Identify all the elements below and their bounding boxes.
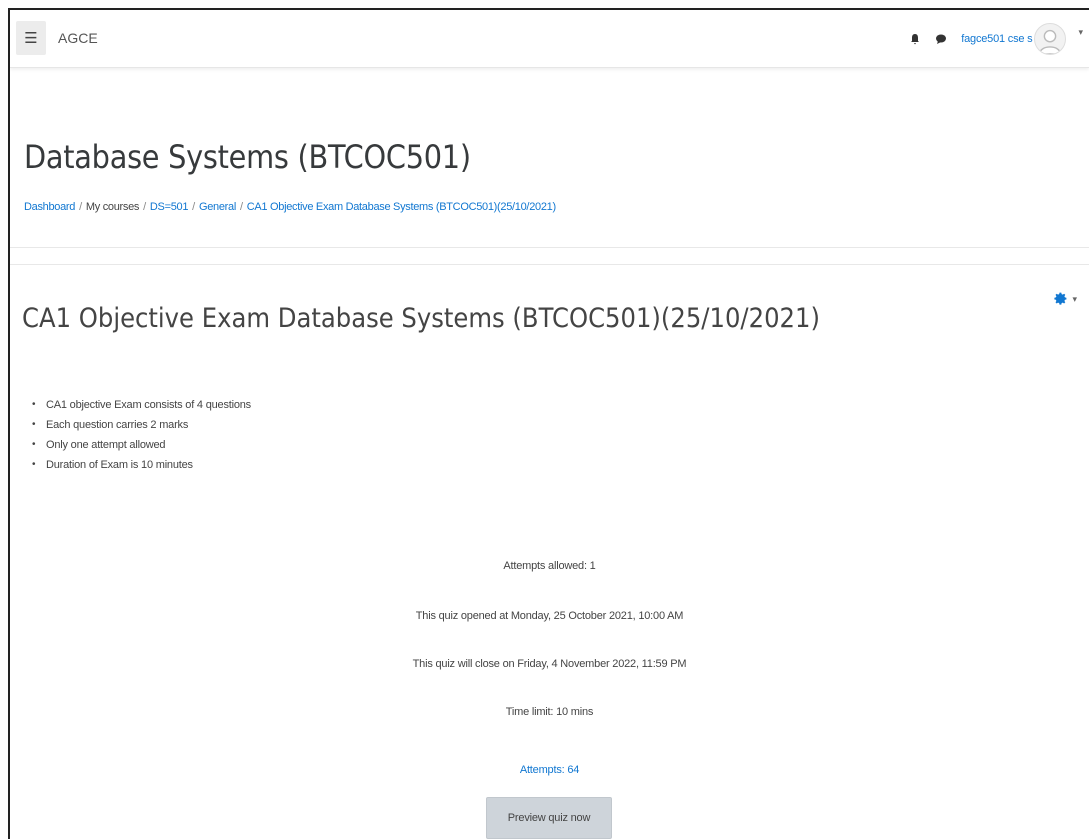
actions-menu-button[interactable]: ▾ xyxy=(1052,291,1077,307)
attempts-row: Attempts: 64 xyxy=(10,764,1089,776)
list-item: Only one attempt allowed xyxy=(32,435,251,455)
user-nav: fagce501 cse s ▾ xyxy=(909,21,1083,57)
breadcrumb-course[interactable]: DS=501 xyxy=(150,201,189,213)
page-header: Database Systems (BTCOC501) Dashboard / My… xyxy=(10,84,1089,248)
quiz-title: CA1 Objective Exam Database Systems (BTC… xyxy=(22,303,820,334)
main-content: ▾ CA1 Objective Exam Database Systems (B… xyxy=(10,264,1089,839)
course-title: Database Systems (BTCOC501) xyxy=(24,138,471,176)
quiz-close-text: This quiz will close on Friday, 4 Novemb… xyxy=(412,658,687,670)
notification-bell-icon[interactable] xyxy=(909,33,921,45)
quiz-rules-list: CA1 objective Exam consists of 4 questio… xyxy=(32,395,251,475)
site-name-link[interactable]: AGCE xyxy=(58,30,98,46)
list-item: CA1 objective Exam consists of 4 questio… xyxy=(32,395,251,415)
breadcrumb-dashboard[interactable]: Dashboard xyxy=(24,201,75,213)
hamburger-icon: ☰ xyxy=(24,30,38,47)
list-item: Each question carries 2 marks xyxy=(32,415,251,435)
messages-chat-icon[interactable] xyxy=(935,33,947,45)
chevron-down-icon: ▾ xyxy=(1072,293,1077,304)
list-item: Duration of Exam is 10 minutes xyxy=(32,455,251,475)
menu-toggle-button[interactable]: ☰ xyxy=(16,21,46,55)
navbar: ☰ AGCE fagce501 cse s ▾ xyxy=(10,10,1089,68)
breadcrumb-section[interactable]: General xyxy=(199,201,236,213)
gear-icon xyxy=(1054,292,1067,305)
user-menu-caret-icon[interactable]: ▾ xyxy=(1078,27,1083,38)
breadcrumb-separator: / xyxy=(239,201,243,213)
preview-quiz-button[interactable]: Preview quiz now xyxy=(486,797,612,839)
breadcrumb-separator: / xyxy=(192,201,195,213)
attempts-link[interactable]: Attempts: 64 xyxy=(520,764,580,776)
browser-frame: ☰ AGCE fagce501 cse s ▾ Database Systems… xyxy=(8,8,1089,839)
breadcrumb-my-courses[interactable]: My courses xyxy=(86,201,140,213)
breadcrumb-separator: / xyxy=(143,201,146,213)
user-name-link[interactable]: fagce501 cse s xyxy=(961,33,1032,45)
breadcrumb-quiz[interactable]: CA1 Objective Exam Database Systems (BTC… xyxy=(247,201,556,213)
attempts-allowed-text: Attempts allowed: 1 xyxy=(503,560,596,572)
user-avatar[interactable] xyxy=(1034,23,1067,55)
time-limit-text: Time limit: 10 mins xyxy=(505,706,594,718)
breadcrumb: Dashboard / My courses / DS=501/General / CA1 … xyxy=(24,201,556,213)
breadcrumb-separator: / xyxy=(79,201,82,213)
quiz-opened-text: This quiz opened at Monday, 25 October 2… xyxy=(415,610,684,622)
